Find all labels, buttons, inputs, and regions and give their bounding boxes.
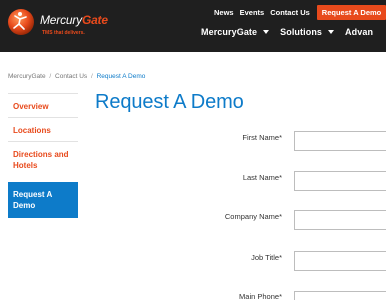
last-name-input[interactable] <box>294 171 386 191</box>
job-title-label: Job Title* <box>251 253 282 262</box>
first-name-input[interactable] <box>294 131 386 151</box>
events-link[interactable]: Events <box>240 8 265 17</box>
page-title: Request A Demo <box>95 91 244 113</box>
job-title-input[interactable] <box>294 251 386 271</box>
sidebar-nav: Overview Locations Directions and Hotels… <box>8 93 78 218</box>
company-name-label: Company Name* <box>224 212 282 221</box>
breadcrumb-separator: / <box>49 73 52 80</box>
main-phone-label: Main Phone* <box>239 292 282 300</box>
utility-nav: News Events Contact Us Request A Demo <box>214 4 386 20</box>
nav-item-advanced[interactable]: Advan <box>345 27 373 37</box>
sidebar-item-directions[interactable]: Directions and Hotels <box>8 141 78 182</box>
contact-us-link[interactable]: Contact Us <box>270 8 310 17</box>
request-demo-button[interactable]: Request A Demo <box>316 4 386 20</box>
nav-item-solutions[interactable]: Solutions <box>280 27 335 37</box>
logo-tagline: TMS that delivers. <box>42 30 85 36</box>
breadcrumb: MercuryGate / Contact Us / Request A Dem… <box>8 73 145 80</box>
logo-sphere-icon <box>8 9 34 35</box>
breadcrumb-separator: / <box>90 73 93 80</box>
chevron-down-icon <box>328 30 335 34</box>
chevron-down-icon <box>263 30 270 34</box>
mercurygate-logo[interactable]: MercuryGate TMS that delivers. <box>6 3 116 49</box>
logo-wordmark: MercuryGate <box>40 13 108 27</box>
breadcrumb-current: Request A Demo <box>96 73 146 80</box>
site-header: MercuryGate TMS that delivers. News Even… <box>0 0 386 52</box>
breadcrumb-link-home[interactable]: MercuryGate <box>8 73 46 80</box>
last-name-label: Last Name* <box>242 173 282 182</box>
main-nav: MercuryGate Solutions Advan <box>201 27 384 37</box>
sidebar-item-overview[interactable]: Overview <box>8 93 78 117</box>
sidebar-item-locations[interactable]: Locations <box>8 117 78 141</box>
news-link[interactable]: News <box>214 8 234 17</box>
company-name-input[interactable] <box>294 210 386 230</box>
breadcrumb-link-contact[interactable]: Contact Us <box>55 73 87 80</box>
main-phone-input[interactable] <box>294 291 386 300</box>
sidebar-item-request-demo[interactable]: Request A Demo <box>8 182 78 218</box>
first-name-label: First Name* <box>242 133 282 142</box>
nav-item-mercurygate[interactable]: MercuryGate <box>201 27 270 37</box>
